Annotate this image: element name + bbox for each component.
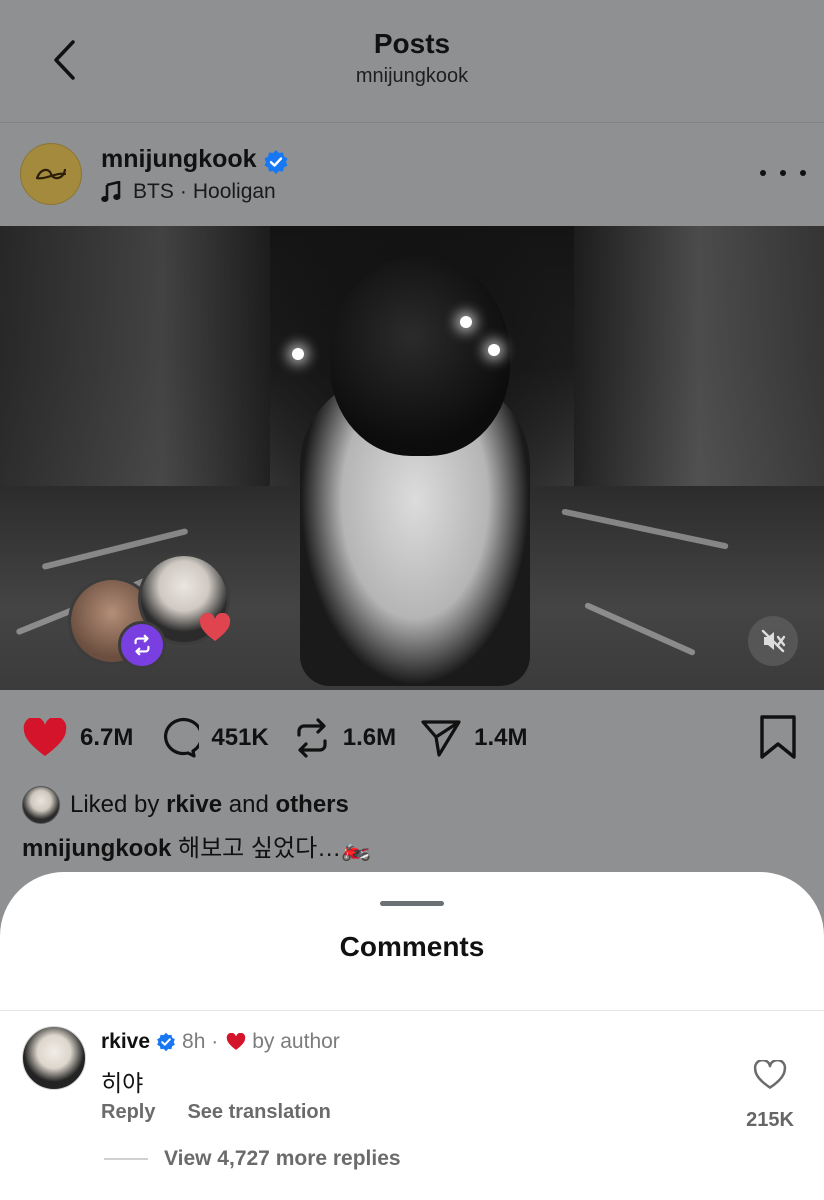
caption-text: 해보고 싶었다…🏍️ bbox=[178, 835, 372, 862]
top-bar bbox=[0, 0, 824, 123]
background-buildings bbox=[574, 226, 824, 496]
like-count: 6.7M bbox=[80, 724, 134, 751]
comment-icon bbox=[164, 717, 200, 758]
caption-username[interactable]: mnijungkook bbox=[22, 835, 171, 862]
view-more-replies-button[interactable]: View 4,727 more replies bbox=[164, 1147, 401, 1171]
liked-by-and: and bbox=[228, 791, 269, 818]
dot bbox=[800, 170, 806, 176]
verified-badge-icon bbox=[157, 1032, 175, 1052]
heart-badge-icon bbox=[199, 613, 231, 641]
music-attribution[interactable]: BTS · Hooligan bbox=[101, 180, 276, 204]
background-buildings bbox=[0, 226, 270, 486]
bookmark-icon[interactable] bbox=[758, 714, 798, 760]
repost-button[interactable]: 1.6M bbox=[293, 717, 396, 759]
music-separator: · bbox=[179, 180, 187, 203]
liked-by[interactable]: Liked by rkive and others bbox=[22, 786, 349, 824]
reply-button[interactable]: Reply bbox=[101, 1101, 155, 1124]
post-caption: mnijungkook 해보고 싶었다…🏍️ bbox=[22, 828, 371, 863]
speaker-muted-icon bbox=[761, 629, 786, 653]
like-button[interactable]: 6.7M bbox=[22, 718, 133, 758]
repost-icon bbox=[134, 634, 150, 656]
music-track: Hooligan bbox=[192, 180, 276, 203]
dot bbox=[760, 170, 766, 176]
street-light bbox=[488, 344, 500, 356]
page-title: Posts bbox=[373, 28, 451, 59]
post-actions: 6.7M 451K 1.6M 1.4M bbox=[22, 712, 551, 764]
repost-badge bbox=[118, 621, 166, 669]
page-subtitle: mnijungkook bbox=[355, 65, 469, 87]
send-icon bbox=[421, 720, 461, 757]
author-avatar[interactable] bbox=[20, 143, 82, 205]
liked-by-user[interactable]: rkive bbox=[166, 791, 222, 819]
repost-count: 1.6M bbox=[342, 724, 397, 751]
divider bbox=[0, 1010, 824, 1011]
commenter-avatar[interactable] bbox=[22, 1026, 86, 1090]
comment-time: 8h · bbox=[182, 1030, 219, 1053]
replies-connector bbox=[104, 1158, 148, 1160]
liker-avatar bbox=[22, 786, 60, 824]
street-light bbox=[292, 348, 304, 360]
heart-filled-icon bbox=[23, 718, 67, 756]
liked-by-author-label: by author bbox=[252, 1030, 340, 1053]
heart-outline-icon bbox=[753, 1060, 787, 1089]
comment-text: 히야 bbox=[101, 1070, 144, 1096]
comment-like-count: 215K bbox=[746, 1109, 794, 1131]
verified-badge-icon bbox=[264, 150, 288, 174]
comment-count: 451K bbox=[211, 724, 269, 751]
comment-like-button[interactable] bbox=[748, 1060, 792, 1100]
logo-icon bbox=[35, 168, 67, 180]
author-liked-heart-icon bbox=[227, 1033, 246, 1050]
repost-icon bbox=[297, 718, 327, 758]
mute-button[interactable] bbox=[748, 616, 798, 666]
helmet bbox=[330, 256, 510, 456]
music-artist: BTS bbox=[133, 180, 174, 203]
street-light bbox=[460, 316, 472, 328]
comments-title: Comments bbox=[339, 931, 485, 962]
more-options-button[interactable] bbox=[760, 160, 806, 186]
author-username[interactable]: mnijungkook bbox=[101, 145, 257, 174]
music-note-icon bbox=[101, 181, 121, 202]
sheet-grabber[interactable] bbox=[380, 901, 444, 906]
share-button[interactable]: 1.4M bbox=[420, 718, 527, 758]
dot bbox=[780, 170, 786, 176]
liked-by-prefix: Liked by bbox=[70, 791, 160, 818]
comment-header: rkive 8h · by author bbox=[101, 1030, 340, 1054]
see-translation-button[interactable]: See translation bbox=[187, 1101, 330, 1124]
comment-button[interactable]: 451K bbox=[157, 717, 269, 759]
share-count: 1.4M bbox=[474, 724, 528, 751]
comment-actions: Reply See translation bbox=[101, 1101, 331, 1124]
liked-by-others[interactable]: others bbox=[276, 791, 349, 819]
commenter-username[interactable]: rkive bbox=[101, 1030, 150, 1054]
